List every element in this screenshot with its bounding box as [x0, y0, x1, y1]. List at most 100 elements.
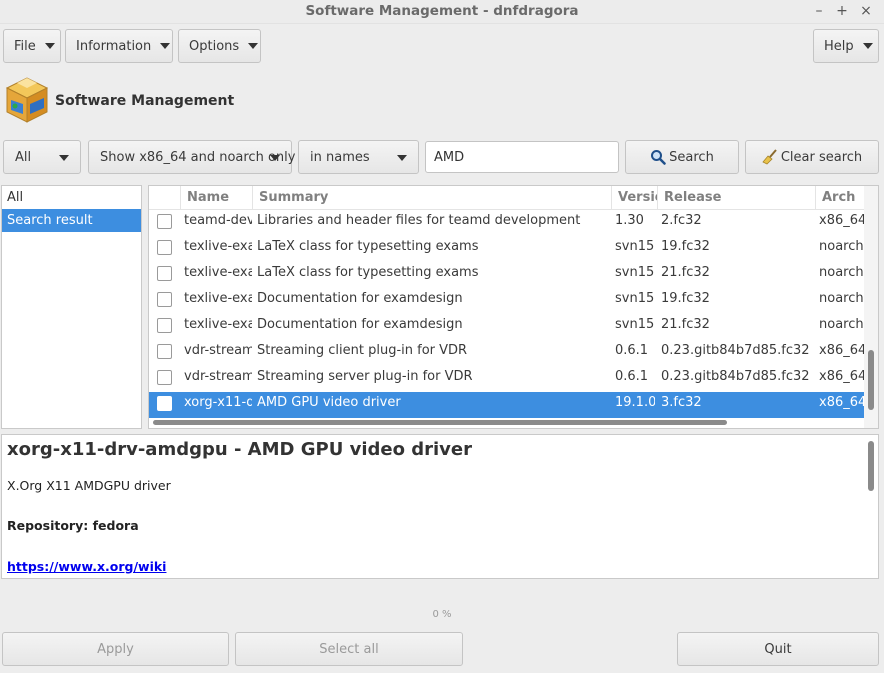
row-checkbox[interactable] [157, 344, 172, 359]
search-button-label: Search [669, 149, 714, 165]
table-row[interactable]: xorg-x11-drv-amdgpu AMD GPU video driver 1… [149, 392, 865, 418]
cell-release: 21.fc32 [661, 317, 710, 332]
search-field-combo[interactable]: in names [298, 140, 419, 174]
status-filter-combo[interactable]: All [3, 140, 81, 174]
vertical-scrollbar-thumb[interactable] [868, 350, 874, 410]
clear-search-button[interactable]: Clear search [745, 140, 879, 174]
maximize-button[interactable]: + [833, 1, 851, 21]
select-all-button[interactable]: Select all [235, 632, 463, 666]
options-menu-label: Options [189, 38, 240, 54]
broom-icon [762, 149, 777, 165]
cell-arch: noarch [819, 317, 864, 332]
minimize-button[interactable]: – [810, 1, 828, 21]
column-header-name[interactable]: Name [180, 186, 252, 210]
file-menu-button[interactable]: File [3, 29, 61, 63]
help-menu-button[interactable]: Help [813, 29, 879, 63]
cell-release: 2.fc32 [661, 213, 702, 228]
column-header-checkbox[interactable] [149, 186, 180, 210]
select-all-button-label: Select all [319, 641, 379, 657]
window-title: Software Management - dnfdragora [305, 3, 579, 19]
cell-release: 21.fc32 [661, 265, 710, 280]
arch-filter-value: Show x86_64 and noarch only [100, 149, 296, 165]
row-checkbox[interactable] [157, 240, 172, 255]
table-row[interactable]: vdr-streamdev Streaming server plug-in fo… [149, 366, 865, 392]
package-repository: Repository: fedora [7, 518, 139, 533]
search-field-value: in names [310, 149, 370, 165]
cell-release: 0.23.gitb84b7d85.fc32 [661, 369, 810, 384]
package-description: X.Org X11 AMDGPU driver [7, 478, 171, 493]
row-checkbox[interactable] [157, 318, 172, 333]
package-table: Name Summary Version Release Arch teamd-… [148, 185, 879, 429]
cell-name: texlive-exam [184, 239, 252, 254]
search-button[interactable]: Search [625, 140, 739, 174]
chevron-down-icon [44, 43, 55, 49]
cell-name: teamd-devel [184, 213, 252, 228]
title-bar: Software Management - dnfdragora – + × [0, 0, 884, 24]
group-item-search-result[interactable]: Search result [2, 209, 141, 232]
row-checkbox[interactable] [157, 396, 172, 411]
info-scrollbar-thumb[interactable] [868, 441, 874, 491]
column-header-version[interactable]: Version [611, 186, 657, 210]
group-item-all[interactable]: All [2, 186, 141, 209]
group-list: All Search result [1, 185, 142, 429]
table-row[interactable]: texlive-examdesign Documentation for exam… [149, 314, 865, 340]
cell-release: 19.fc32 [661, 291, 710, 306]
cell-name: texlive-examdesign [184, 317, 252, 332]
table-header: Name Summary Version Release Arch [149, 186, 865, 210]
cell-summary: AMD GPU video driver [257, 395, 401, 410]
column-header-release[interactable]: Release [657, 186, 815, 210]
package-url-link[interactable]: https://www.x.org/wiki [7, 559, 166, 574]
cell-version: 1.30 [615, 213, 644, 228]
cell-arch: noarch [819, 291, 864, 306]
file-menu-label: File [14, 38, 36, 54]
information-menu-label: Information [76, 38, 152, 54]
apply-button-label: Apply [97, 641, 134, 657]
table-row[interactable]: teamd-devel Libraries and header files fo… [149, 210, 865, 236]
quit-button-label: Quit [764, 641, 792, 657]
table-row[interactable]: texlive-exam LaTeX class for typesetting … [149, 262, 865, 288]
chevron-down-icon [270, 155, 280, 161]
row-checkbox[interactable] [157, 370, 172, 385]
table-row[interactable]: texlive-examdesign Documentation for exam… [149, 288, 865, 314]
row-checkbox[interactable] [157, 292, 172, 307]
package-info-title: xorg-x11-drv-amdgpu - AMD GPU video driv… [7, 439, 472, 460]
table-row[interactable]: vdr-streamdev Streaming client plug-in fo… [149, 340, 865, 366]
information-menu-button[interactable]: Information [65, 29, 173, 63]
cell-version: 19.1.0 [615, 395, 655, 410]
options-menu-button[interactable]: Options [178, 29, 261, 63]
cell-arch: noarch [819, 265, 864, 280]
chevron-down-icon [160, 43, 171, 49]
cell-summary: Documentation for examdesign [257, 317, 463, 332]
cell-version: svn15878 [615, 317, 655, 332]
row-checkbox[interactable] [157, 266, 172, 281]
horizontal-scrollbar-thumb[interactable] [153, 420, 727, 425]
search-input[interactable] [425, 141, 619, 173]
cell-name: xorg-x11-drv-amdgpu [184, 395, 252, 410]
vertical-scrollbar[interactable] [864, 186, 878, 428]
chevron-down-icon [862, 43, 873, 49]
cell-arch: x86_64 [819, 213, 865, 228]
cell-name: texlive-examdesign [184, 291, 252, 306]
cell-summary: Documentation for examdesign [257, 291, 463, 306]
clear-search-label: Clear search [780, 149, 863, 165]
table-row[interactable]: texlive-exam LaTeX class for typesetting … [149, 236, 865, 262]
column-header-summary[interactable]: Summary [252, 186, 611, 210]
chevron-down-icon [59, 155, 69, 161]
cell-version: svn15878 [615, 239, 655, 254]
search-icon [651, 150, 666, 165]
row-checkbox[interactable] [157, 214, 172, 229]
quit-button[interactable]: Quit [677, 632, 879, 666]
cell-summary: Libraries and header files for teamd dev… [257, 213, 581, 228]
arch-filter-combo[interactable]: Show x86_64 and noarch only [88, 140, 296, 174]
close-button[interactable]: × [857, 1, 875, 21]
page-title: Software Management [55, 93, 235, 109]
package-info-panel: xorg-x11-drv-amdgpu - AMD GPU video driv… [1, 434, 879, 579]
apply-button[interactable]: Apply [2, 632, 229, 666]
cell-release: 0.23.gitb84b7d85.fc32 [661, 343, 810, 358]
cell-arch: x86_64 [819, 395, 865, 410]
cell-summary: LaTeX class for typesetting exams [257, 239, 479, 254]
column-header-arch[interactable]: Arch [815, 186, 865, 210]
chevron-down-icon [397, 155, 407, 161]
cell-name: texlive-exam [184, 265, 252, 280]
cell-summary: Streaming server plug-in for VDR [257, 369, 473, 384]
